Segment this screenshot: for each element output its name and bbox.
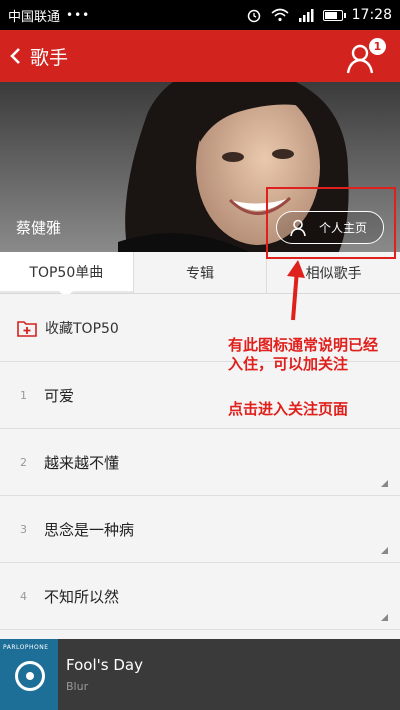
tab-label: 专辑: [186, 265, 214, 282]
tab-albums[interactable]: 专辑: [132, 252, 267, 293]
song-more-icon[interactable]: [381, 480, 388, 487]
tab-label: 相似歌手: [305, 265, 362, 282]
song-row[interactable]: 2 越来越不懂: [0, 429, 400, 496]
song-title: 不知所以然: [44, 587, 120, 606]
tab-top50[interactable]: TOP50单曲: [0, 252, 133, 298]
track-artist: Blur: [66, 680, 89, 693]
alarm-icon: [247, 9, 260, 23]
song-title: 思念是一种病: [44, 520, 135, 539]
annotation-arrow-icon: [287, 260, 305, 321]
annotation-note: 点击进入关注页面: [228, 400, 349, 418]
song-number: 3: [20, 522, 27, 536]
status-bar: 中国联通 ••• 17:28: [0, 0, 400, 30]
song-number: 2: [20, 455, 27, 469]
page-title: 歌手: [30, 46, 69, 69]
highlight-box: [266, 187, 396, 259]
album-cover: PARLOPHONE: [0, 639, 58, 710]
track-title: Fool's Day: [66, 656, 143, 674]
singer-name: 蔡健雅: [16, 219, 62, 237]
chevron-left-icon: [10, 48, 20, 64]
battery-icon: [322, 9, 346, 21]
collect-label: 收藏TOP50: [45, 320, 119, 337]
song-title: 可爱: [44, 386, 75, 405]
notification-dots: •••: [66, 8, 91, 22]
user-button[interactable]: 1: [346, 36, 386, 76]
song-number: 1: [20, 388, 27, 402]
song-title: 越来越不懂: [44, 453, 120, 472]
song-more-icon[interactable]: [381, 547, 388, 554]
carrier-name: 中国联通: [8, 9, 61, 25]
disc-icon: [15, 661, 45, 691]
mini-player[interactable]: PARLOPHONE Fool's Day Blur: [0, 639, 400, 710]
app-bar: 歌手 1: [0, 30, 400, 82]
annotation-note: 有此图标通常说明已经入住，可以加关注: [228, 336, 379, 373]
cover-brand-text: PARLOPHONE: [3, 644, 49, 651]
folder-add-icon: [17, 320, 37, 337]
tab-label: TOP50单曲: [29, 264, 104, 281]
wifi-icon: [271, 8, 289, 22]
notification-badge: 1: [369, 38, 386, 55]
song-row[interactable]: 4 不知所以然: [0, 563, 400, 630]
back-button[interactable]: [2, 30, 28, 82]
song-more-icon[interactable]: [381, 614, 388, 621]
clock: 17:28: [351, 7, 392, 23]
song-row[interactable]: 3 思念是一种病: [0, 496, 400, 563]
song-number: 4: [20, 589, 27, 603]
signal-icon: [298, 9, 314, 22]
